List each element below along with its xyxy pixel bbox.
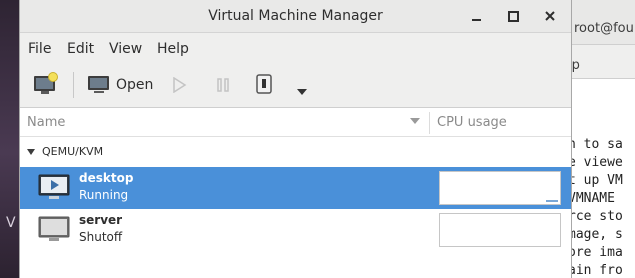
new-vm-icon	[34, 72, 58, 94]
terminal-line: ore ima	[568, 245, 623, 260]
vm-running-icon	[38, 173, 70, 207]
terminal-line: ain fro	[568, 263, 623, 278]
menubar: File Edit View Help	[20, 33, 571, 63]
terminal-line: mage, s	[568, 227, 623, 242]
vm-shutoff-icon	[38, 215, 70, 249]
maximize-button[interactable]	[503, 6, 523, 26]
vm-row-desktop[interactable]: desktop Running	[20, 167, 571, 209]
pause-button[interactable]	[215, 77, 231, 97]
desktop-label: V	[6, 215, 16, 231]
pause-icon	[217, 78, 229, 92]
close-icon	[545, 11, 555, 21]
open-button-label[interactable]: Open	[116, 77, 153, 93]
terminal-line: e viewe	[568, 155, 623, 170]
expander-arrow-icon[interactable]	[27, 149, 35, 155]
table-header: Name CPU usage	[20, 108, 571, 137]
vm-status: Shutoff	[79, 230, 123, 244]
run-button[interactable]	[171, 76, 187, 97]
cpu-usage-graph	[439, 171, 561, 205]
power-icon	[256, 74, 272, 94]
minimize-icon	[472, 19, 481, 21]
vm-name: server	[79, 213, 123, 227]
window-titlebar[interactable]: Virtual Machine Manager	[20, 0, 571, 33]
sort-arrow-icon[interactable]	[410, 118, 420, 124]
monitor-icon	[88, 76, 109, 93]
window-title: Virtual Machine Manager	[208, 8, 383, 24]
minimize-button[interactable]	[466, 6, 486, 26]
connection-label: QEMU/KVM	[42, 145, 104, 158]
terminal-line: VMNAME	[568, 191, 615, 206]
column-header-cpu[interactable]: CPU usage	[437, 115, 507, 130]
shutdown-menu-button[interactable]	[296, 81, 308, 100]
menu-help[interactable]: Help	[157, 41, 189, 57]
maximize-icon	[508, 11, 519, 22]
terminal-title: root@fou	[574, 21, 634, 36]
new-vm-button[interactable]	[33, 72, 59, 100]
close-button[interactable]	[540, 6, 560, 26]
terminal-line: n to sa	[568, 137, 623, 152]
shutdown-button[interactable]	[254, 73, 274, 99]
menu-view[interactable]: View	[109, 41, 142, 57]
cpu-usage-line	[546, 200, 558, 202]
virt-manager-window: Virtual Machine Manager File Edit View H…	[19, 0, 572, 278]
column-divider[interactable]	[429, 112, 430, 134]
terminal-line: rce sto	[568, 209, 623, 224]
vm-name: desktop	[79, 171, 134, 185]
play-icon	[173, 76, 187, 94]
open-button[interactable]	[87, 75, 111, 99]
cpu-usage-graph	[439, 213, 561, 247]
column-header-name[interactable]: Name	[27, 115, 65, 130]
menu-edit[interactable]: Edit	[67, 41, 94, 57]
vm-row-server[interactable]: server Shutoff	[20, 209, 571, 251]
chevron-down-icon	[297, 89, 307, 95]
terminal-line: t up VM	[568, 173, 623, 188]
toolbar: Open	[20, 63, 571, 108]
connection-group-row[interactable]: QEMU/KVM	[20, 140, 571, 166]
vm-status: Running	[79, 188, 129, 202]
menu-file[interactable]: File	[28, 41, 51, 57]
toolbar-separator	[73, 72, 74, 98]
